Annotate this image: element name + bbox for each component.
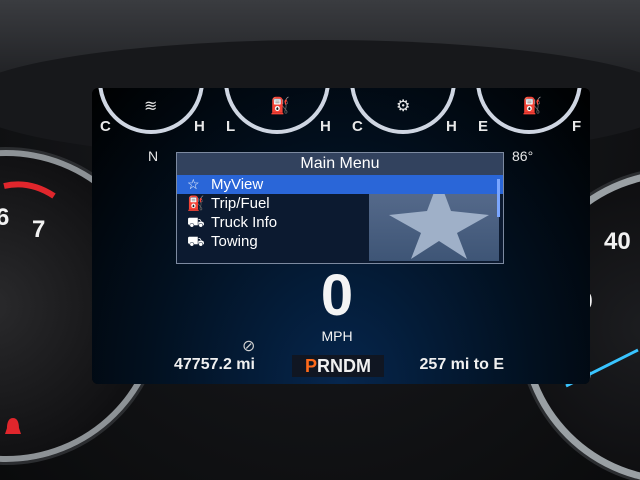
transmission-gauge: C H ⚙	[350, 88, 460, 136]
fuel-gauge-empty: E	[478, 118, 489, 135]
menu-item-towing[interactable]: ⛟ Towing	[177, 232, 503, 251]
main-menu: Main Menu ☆ MyView ⛽ Trip/Fuel ⛟ Truck I…	[176, 152, 504, 264]
range-to-empty: 257 mi to E	[419, 356, 504, 373]
menu-item-label: Towing	[211, 233, 258, 250]
menu-item-label: MyView	[211, 176, 264, 193]
outside-temperature: 86°	[512, 148, 534, 164]
speed-readout: 0 MPH	[278, 264, 396, 354]
oil-gauge-low: L	[226, 118, 236, 135]
compass-heading: N	[148, 148, 159, 164]
fuel-gauge-full: F	[572, 118, 582, 135]
coolant-gauge-low: C	[100, 118, 111, 135]
menu-item-label: Trip/Fuel	[211, 195, 270, 212]
menu-item-myview[interactable]: ☆ MyView	[177, 175, 503, 194]
menu-scrollbar[interactable]	[497, 179, 500, 217]
warning-bell-icon	[5, 418, 21, 434]
menu-item-truck-info[interactable]: ⛟ Truck Info	[177, 213, 503, 232]
tach-redline	[3, 181, 56, 199]
fuel-icon: ⛽	[522, 98, 542, 115]
instrument-cluster: 6 7 40 20 0 C H ≋ L H ⛽ C H ⚙	[0, 0, 640, 480]
coolant-gauge-high: H	[194, 118, 205, 135]
speed-unit: MPH	[321, 328, 353, 344]
fuel-gauge: E F ⛽	[476, 88, 586, 136]
star-icon: ☆	[187, 176, 200, 192]
oil-gauge-high: H	[320, 118, 331, 135]
transmission-temp-icon: ⚙	[396, 98, 411, 115]
speedo-number-40: 40	[604, 228, 631, 255]
transmission-gauge-high: H	[446, 118, 457, 135]
coolant-temp-icon: ≋	[144, 98, 158, 115]
speed-value: 0	[320, 263, 354, 328]
trailer-icon: ⛟	[187, 233, 205, 249]
odometer: 47757.2 mi	[174, 356, 255, 373]
menu-item-trip-fuel[interactable]: ⛽ Trip/Fuel	[177, 194, 503, 213]
oil-gauge: L H ⛽	[224, 88, 334, 136]
gear-others: RNDM	[317, 356, 371, 376]
gear-active: P	[304, 356, 317, 376]
status-bar: 47757.2 mi PRNDM 257 mi to E	[174, 352, 504, 378]
oil-pressure-icon: ⛽	[270, 98, 290, 115]
menu-item-label: Truck Info	[211, 214, 278, 231]
gear-indicator: PRNDM	[292, 355, 384, 377]
coolant-gauge: C H ≋	[98, 88, 208, 136]
transmission-gauge-low: C	[352, 118, 363, 135]
center-display: C H ≋ L H ⛽ C H ⚙ E F ⛽ N 86° Main Menu	[92, 88, 590, 384]
fuel-pump-icon: ⛽	[187, 195, 205, 211]
truck-icon: ⛟	[187, 214, 205, 230]
main-menu-title: Main Menu	[177, 153, 503, 175]
